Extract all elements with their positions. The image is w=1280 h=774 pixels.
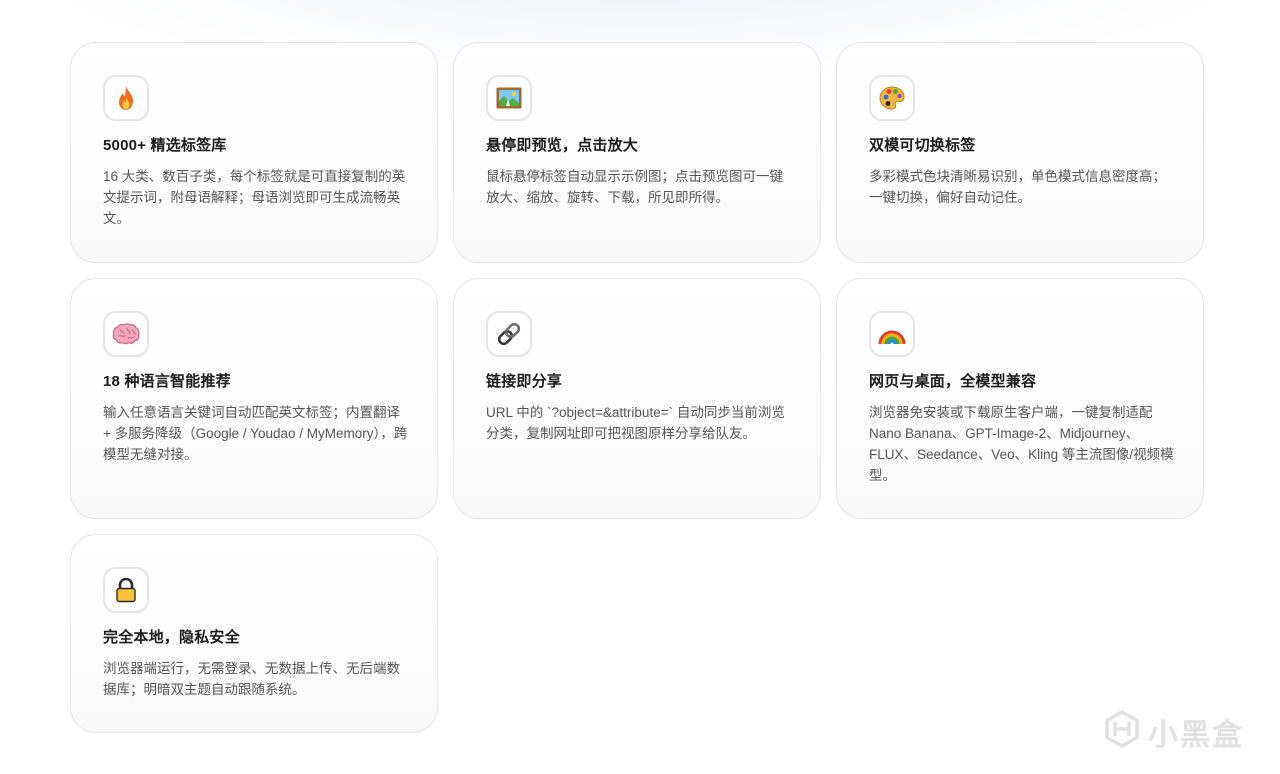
feature-description: 浏览器免安装或下载原生客户端，一键复制适配 Nano Banana、GPT-Im…	[869, 405, 1174, 483]
fire-icon	[103, 75, 149, 121]
feature-grid: 5000+ 精选标签库 16 大类、数百子类，每个标签就是可直接复制的英文提示词…	[70, 42, 1204, 733]
feature-title: 18 种语言智能推荐	[103, 373, 231, 390]
feature-title: 网页与桌面，全模型兼容	[869, 373, 1037, 390]
feature-title: 双模可切换标签	[869, 137, 976, 154]
watermark-text: 小黑盒	[1148, 717, 1244, 753]
feature-description: 多彩模式色块清晰易识别，单色模式信息密度高；一键切换，偏好自动记住。	[869, 169, 1166, 205]
feature-card-dual-mode: 双模可切换标签 多彩模式色块清晰易识别，单色模式信息密度高；一键切换，偏好自动记…	[836, 42, 1204, 263]
feature-card-cross-platform: 网页与桌面，全模型兼容 浏览器免安装或下载原生客户端，一键复制适配 Nano B…	[836, 278, 1204, 519]
link-icon	[486, 311, 532, 357]
lock-icon	[103, 567, 149, 613]
feature-title: 5000+ 精选标签库	[103, 137, 227, 154]
feature-title: 链接即分享	[486, 373, 563, 390]
feature-description: 16 大类、数百子类，每个标签就是可直接复制的英文提示词，附母语解释；母语浏览即…	[103, 169, 406, 226]
feature-card-language-recommend: 18 种语言智能推荐 输入任意语言关键词自动匹配英文标签；内置翻译 + 多服务降…	[70, 278, 438, 519]
feature-title: 完全本地，隐私安全	[103, 629, 240, 646]
brain-icon	[103, 311, 149, 357]
feature-description: URL 中的 `?object=&attribute=` 自动同步当前浏览分类，…	[486, 405, 785, 441]
framed-picture-icon	[486, 75, 532, 121]
feature-description: 浏览器端运行，无需登录、无数据上传、无后端数据库；明暗双主题自动跟随系统。	[103, 661, 400, 697]
palette-icon	[869, 75, 915, 121]
feature-card-tag-library: 5000+ 精选标签库 16 大类、数百子类，每个标签就是可直接复制的英文提示词…	[70, 42, 438, 263]
feature-card-local-privacy: 完全本地，隐私安全 浏览器端运行，无需登录、无数据上传、无后端数据库；明暗双主题…	[70, 534, 438, 733]
feature-description: 鼠标悬停标签自动显示示例图；点击预览图可一键放大、缩放、旋转、下载，所见即所得。	[486, 169, 783, 205]
feature-card-link-share: 链接即分享 URL 中的 `?object=&attribute=` 自动同步当…	[453, 278, 821, 519]
feature-title: 悬停即预览，点击放大	[486, 137, 639, 154]
xiaoheihe-logo-icon	[1102, 709, 1142, 754]
watermark: 小黑盒	[1102, 709, 1244, 754]
feature-card-hover-preview: 悬停即预览，点击放大 鼠标悬停标签自动显示示例图；点击预览图可一键放大、缩放、旋…	[453, 42, 821, 263]
rainbow-icon	[869, 311, 915, 357]
feature-description: 输入任意语言关键词自动匹配英文标签；内置翻译 + 多服务降级（Google / …	[103, 405, 408, 462]
